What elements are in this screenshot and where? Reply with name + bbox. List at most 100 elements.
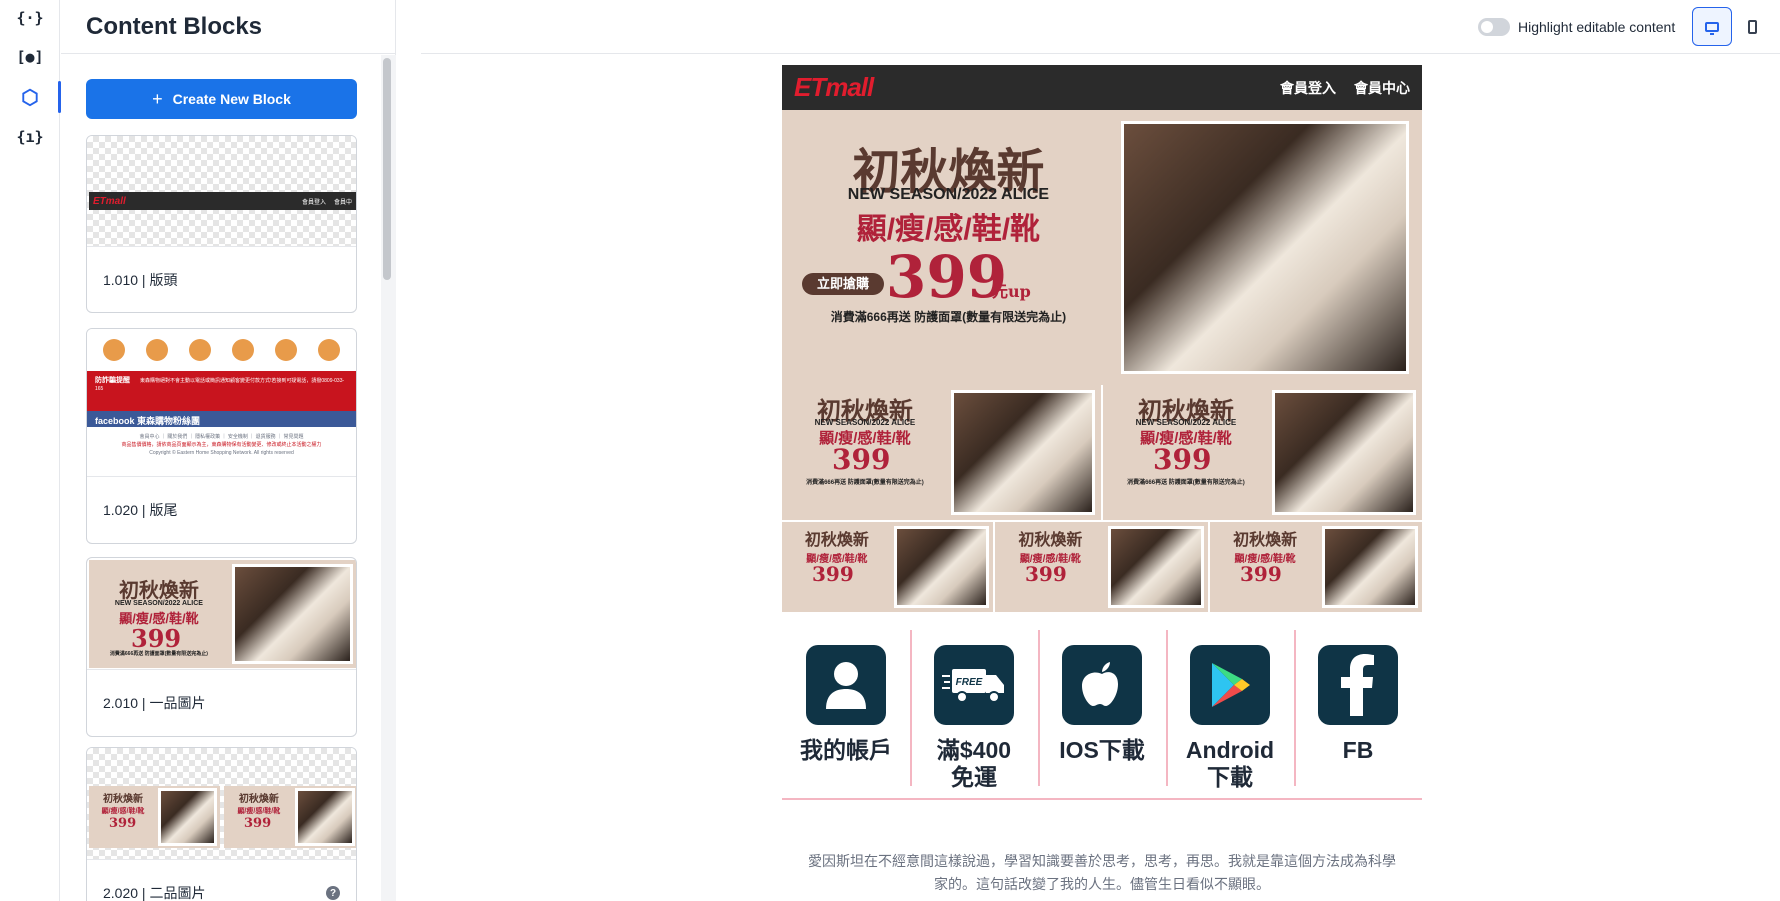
thumb-warning-title: 防詐騙提醒 bbox=[95, 377, 130, 384]
email-footer-text: 愛因斯坦在不經意間這樣說過，學習知識要善於思考，思考，再思。我就是靠這個方法成為… bbox=[808, 853, 1396, 892]
promo-price: 399 bbox=[886, 243, 1008, 311]
promo-boots-photo bbox=[1107, 525, 1204, 609]
canvas-toolbar: Highlight editable content bbox=[421, 0, 1780, 54]
component-icon[interactable]: [●] bbox=[0, 37, 60, 77]
nav-member-center[interactable]: 會員中心 bbox=[1354, 78, 1410, 98]
promo-title: 初秋煥新 bbox=[103, 794, 144, 805]
desktop-view-button[interactable] bbox=[1692, 7, 1732, 46]
promo-price-unit: 元up bbox=[992, 282, 1031, 301]
thumb-footer-notice: 商品售價價格，請依商品頁面顯示為主，東森購物保有活動變更、修改或終止本活動之權力 bbox=[121, 442, 322, 448]
promo-price: 399 bbox=[244, 816, 272, 831]
highlight-editable-toggle[interactable] bbox=[1478, 18, 1510, 36]
thumb-footer-icons bbox=[87, 329, 356, 371]
content-blocks-panel: Content Blocks + Create New Block ETmall… bbox=[61, 0, 396, 901]
etmall-logo[interactable]: ETmall bbox=[794, 72, 874, 103]
promo-gift: 消費滿666再送 防護面罩(數量有限送完為止) bbox=[830, 310, 1067, 324]
thumb-nav-item: 會員登入 bbox=[301, 199, 326, 206]
promo-price: 399 bbox=[812, 562, 854, 586]
block-label: 2.020 | 二品圖片 ? bbox=[87, 860, 356, 901]
thumb-warning-text: 東森購物絕對不會主動以電話或簡訊通知顧客變更付款方式!若接到可疑電話，請撥080… bbox=[95, 378, 345, 392]
thumb-10day-icon bbox=[231, 339, 254, 361]
promo-boots-photo bbox=[295, 788, 356, 846]
thumb-phone-icon bbox=[317, 339, 340, 361]
promo-boots-photo bbox=[893, 525, 989, 609]
code-braces-icon[interactable]: {·} bbox=[0, 0, 60, 38]
promo-tagline: 顯/瘦/感/鞋/靴 bbox=[101, 808, 145, 815]
google-play-icon bbox=[1190, 645, 1270, 725]
block-card-two-image[interactable]: 初秋煥新 顯/瘦/感/鞋/靴 399 初秋煥新 顯/瘦/感/鞋/靴 399 2.… bbox=[86, 747, 357, 901]
cube-icon[interactable]: ⬡ bbox=[0, 77, 61, 117]
promo-price: 399 bbox=[109, 816, 137, 831]
email-icon-row: 我的帳戶 FREE 滿$400 免運 IOS下載 Android 下載 FB bbox=[782, 630, 1422, 800]
block-label-text: 2.010 | 一品圖片 bbox=[103, 695, 206, 711]
promo-title: 初秋煥新 bbox=[118, 578, 199, 602]
icon-label: 我的帳戶 bbox=[800, 737, 892, 763]
block-label-text: 1.020 | 版尾 bbox=[103, 502, 178, 518]
promo-left: 初秋煥新 顯/瘦/感/鞋/靴 399 bbox=[782, 522, 892, 612]
thumb-footer-links: 會員中心 ｜ 關於我們 ｜ 隱私權政策 ｜ 安全機制 ｜ 退貨服務 ｜ 常見問題 bbox=[139, 434, 304, 440]
help-icon[interactable]: ? bbox=[326, 886, 340, 900]
promo-gift: 消費滿666再送 防護面罩(數量有限送完為止) bbox=[1127, 480, 1245, 486]
promo-hero-image[interactable]: 初秋煥新 NEW SEASON/2022 ALICE 顯/瘦/感/鞋/靴 立即搶… bbox=[782, 110, 1422, 385]
free-shipping-link[interactable]: FREE 滿$400 免運 bbox=[910, 630, 1038, 798]
create-new-block-button[interactable]: + Create New Block bbox=[86, 79, 357, 119]
free-badge-text: FREE bbox=[956, 677, 983, 688]
facebook-icon bbox=[1318, 645, 1398, 725]
plus-icon: + bbox=[152, 88, 163, 109]
facebook-link[interactable]: FB bbox=[1294, 630, 1422, 798]
promo-left: 初秋煥新 顯/瘦/感/鞋/靴 399 bbox=[224, 786, 294, 848]
thumb-fb-bar: facebook 東森購物粉絲團 bbox=[87, 411, 356, 427]
promo-left: 初秋煥新 顯/瘦/感/鞋/靴 399 bbox=[995, 522, 1106, 612]
promo-boots-photo bbox=[951, 390, 1095, 515]
ios-download-link[interactable]: IOS下載 bbox=[1038, 630, 1166, 798]
icon-label: Android 下載 bbox=[1185, 737, 1275, 790]
email-nav: 會員登入 會員中心 bbox=[1280, 78, 1410, 98]
block-label-text: 1.010 | 版頭 bbox=[103, 271, 178, 288]
promo-price: 399 bbox=[832, 443, 891, 476]
promo-two-image-right[interactable]: 初秋煥新 NEW SEASON/2022 ALICE 顯/瘦/感/鞋/靴 399… bbox=[1103, 385, 1422, 520]
promo-title: 初秋煥新 bbox=[238, 794, 279, 805]
variable-icon[interactable]: {ı} bbox=[0, 117, 60, 157]
promo-three-image-1[interactable]: 初秋煥新 顯/瘦/感/鞋/靴 399 bbox=[782, 522, 993, 612]
thumb-promo-image: 初秋煥新 顯/瘦/感/鞋/靴 399 bbox=[224, 786, 356, 848]
thumb-warning: 防詐騙提醒 東森購物絕對不會主動以電話或簡訊通知顧客變更付款方式!若接到可疑電話… bbox=[87, 371, 356, 411]
block-thumbnail: 防詐騙提醒 東森購物絕對不會主動以電話或簡訊通知顧客變更付款方式!若接到可疑電話… bbox=[87, 329, 356, 477]
thumb-header-bar: ETmall 會員登入 會員中 bbox=[89, 192, 356, 210]
thumb-money-icon bbox=[146, 339, 169, 361]
my-account-link[interactable]: 我的帳戶 bbox=[782, 630, 910, 798]
promo-left: 初秋煥新 NEW SEASON/2022 ALICE 顯/瘦/感/鞋/靴 399… bbox=[1103, 385, 1269, 520]
block-card-one-image[interactable]: 初秋煥新 NEW SEASON/2022 ALICE 顯/瘦/感/鞋/靴 399… bbox=[86, 557, 357, 737]
rail-item-glyph: [●] bbox=[16, 48, 44, 66]
promo-boots-photo bbox=[158, 788, 218, 846]
promo-three-image-3[interactable]: 初秋煥新 顯/瘦/感/鞋/靴 399 bbox=[1210, 522, 1422, 612]
promo-left: 初秋煥新 顯/瘦/感/鞋/靴 399 bbox=[89, 786, 157, 848]
apple-icon bbox=[1062, 645, 1142, 725]
icon-label: IOS下載 bbox=[1059, 737, 1145, 763]
promo-price: 399 bbox=[1025, 562, 1067, 586]
android-download-link[interactable]: Android 下載 bbox=[1166, 630, 1294, 798]
free-shipping-truck-icon: FREE bbox=[934, 645, 1014, 725]
promo-title: 初秋煥新 bbox=[1018, 530, 1083, 549]
promo-subtitle: NEW SEASON/2022 ALICE bbox=[814, 418, 916, 427]
block-label-text: 2.020 | 二品圖片 bbox=[103, 885, 206, 901]
mobile-view-button[interactable] bbox=[1732, 7, 1772, 46]
block-card-header[interactable]: ETmall 會員登入 會員中 1.010 | 版頭 bbox=[86, 135, 357, 313]
block-card-footer[interactable]: 防詐騙提醒 東森購物絕對不會主動以電話或簡訊通知顧客變更付款方式!若接到可疑電話… bbox=[86, 328, 357, 544]
promo-two-image-left[interactable]: 初秋煥新 NEW SEASON/2022 ALICE 顯/瘦/感/鞋/靴 399… bbox=[782, 385, 1101, 520]
thumb-footer-text: 會員中心 ｜ 關於我們 ｜ 隱私權政策 ｜ 安全機制 ｜ 退貨服務 ｜ 常見問題… bbox=[87, 427, 356, 457]
editor-canvas: Highlight editable content ETmall 會員登入 會… bbox=[421, 0, 1780, 901]
icon-label: FB bbox=[1342, 737, 1374, 763]
icon-label: 滿$400 免運 bbox=[936, 737, 1012, 790]
panel-scrollbar[interactable] bbox=[383, 58, 391, 280]
nav-member-login[interactable]: 會員登入 bbox=[1280, 78, 1336, 98]
promo-subtitle: NEW SEASON/2022 ALICE bbox=[847, 186, 1050, 203]
user-icon bbox=[806, 645, 886, 725]
promo-title: 初秋煥新 bbox=[1233, 530, 1298, 549]
email-header[interactable]: ETmall 會員登入 會員中心 bbox=[782, 65, 1422, 110]
thumb-nav-item: 會員中 bbox=[333, 199, 352, 206]
promo-subtitle: NEW SEASON/2022 ALICE bbox=[114, 600, 203, 607]
block-thumbnail: 初秋煥新 NEW SEASON/2022 ALICE 顯/瘦/感/鞋/靴 399… bbox=[87, 558, 356, 670]
promo-three-image-2[interactable]: 初秋煥新 顯/瘦/感/鞋/靴 399 bbox=[995, 522, 1208, 612]
highlight-editable-label: Highlight editable content bbox=[1518, 19, 1676, 35]
promo-boots-photo bbox=[1272, 390, 1416, 515]
